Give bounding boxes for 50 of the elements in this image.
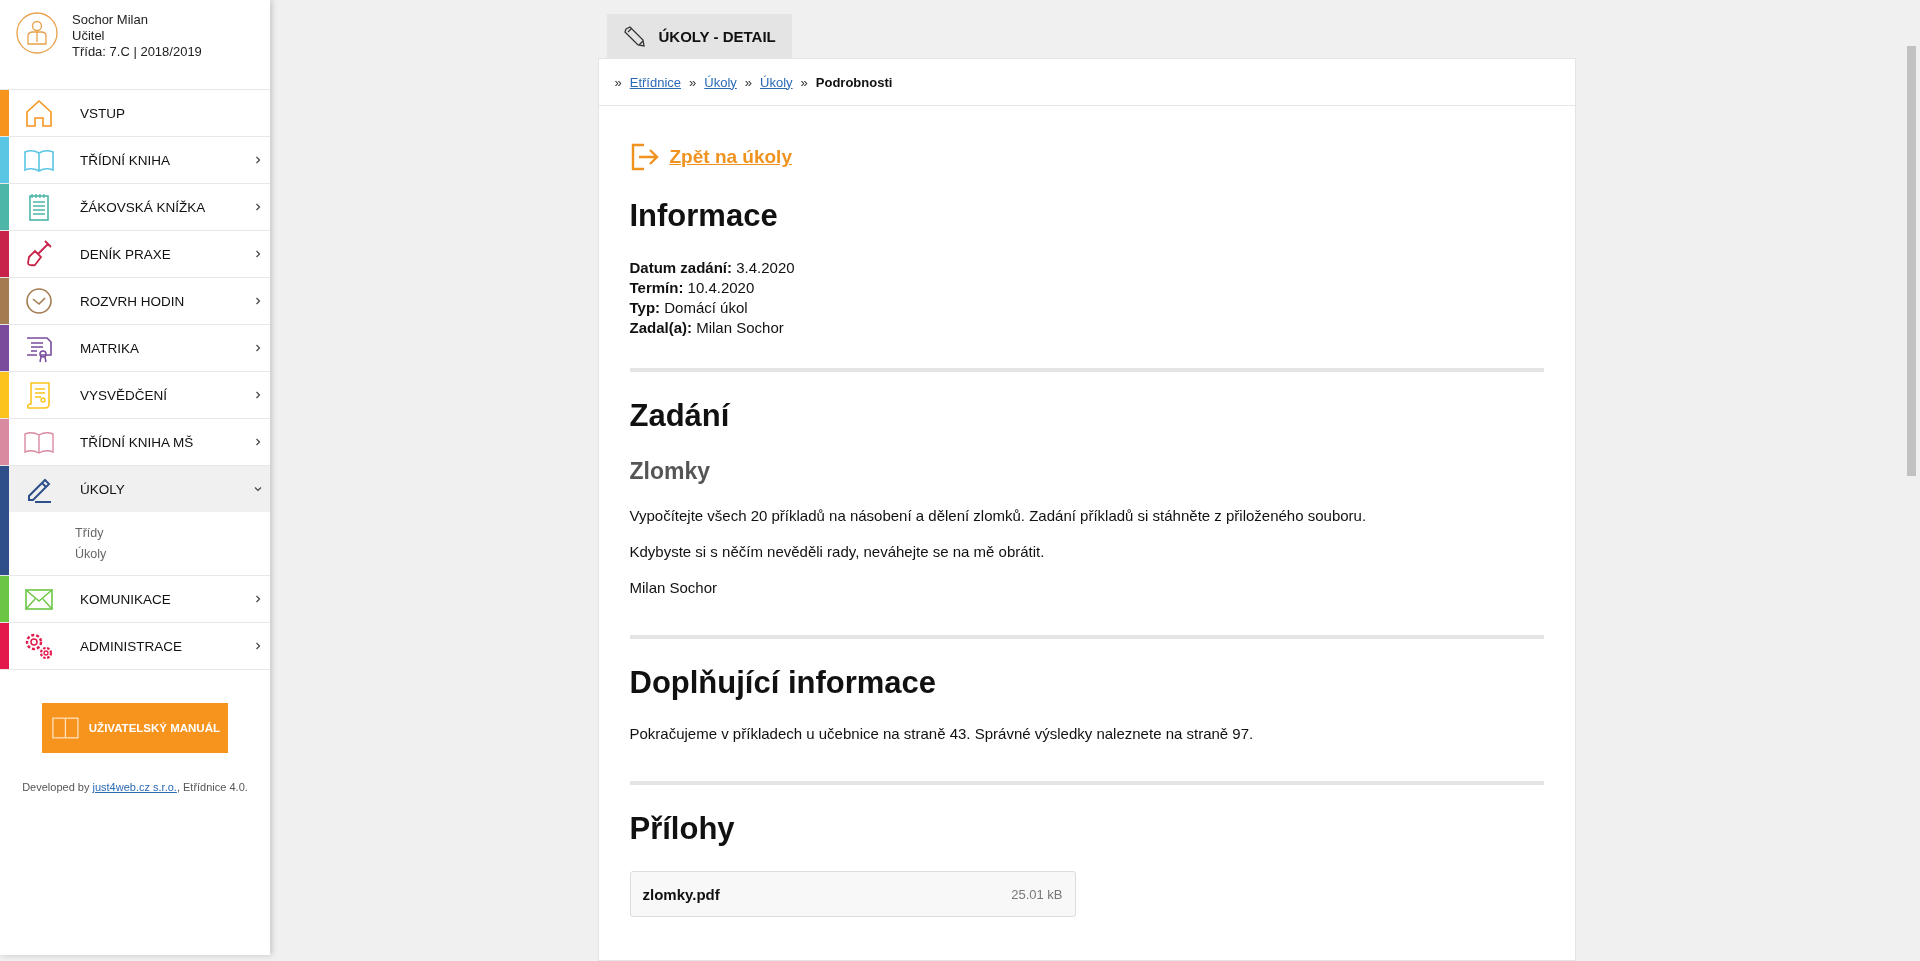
submenu-item[interactable]: Úkoly: [75, 547, 270, 561]
section-heading: Přílohy: [629, 811, 736, 847]
menu-item[interactable]: TŘÍDNÍ KNIHA: [9, 137, 270, 183]
pencil-icon: [622, 25, 645, 47]
user-role: Učitel: [72, 28, 106, 44]
section-heading: Doplňující informace: [629, 665, 938, 701]
class-info: Třída: 7.C | 2018/2019: [72, 44, 202, 60]
breadcrumb-current: Podrobnosti: [815, 74, 893, 90]
footer-text: Developed by just4web.cz s.r.o., Etřídnice 4.0.: [21, 781, 249, 793]
clock-icon: [23, 286, 55, 316]
exit-arrow-icon: [629, 142, 660, 172]
menu-item[interactable]: VYSVĚDČENÍ: [9, 372, 270, 418]
file-name: zlomky.pdf: [642, 885, 720, 903]
breadcrumb-separator: »: [689, 74, 697, 90]
breadcrumb-link[interactable]: Úkoly: [704, 74, 737, 90]
info-line: Datum zadání: 3.4.2020: [629, 258, 796, 278]
attachment-card[interactable]: zlomky.pdf 25.01 kB: [629, 871, 1076, 917]
breadcrumb-separator: »: [800, 74, 808, 90]
menu-item[interactable]: DENÍK PRAXE: [9, 231, 270, 277]
menu-item[interactable]: TŘÍDNÍ KNIHA MŠ: [9, 419, 270, 465]
info-line: Typ: Domácí úkol: [629, 298, 749, 318]
paragraph: Pokračujeme v příkladech u učebnice na straně 43. Správné výsledky naleznete na straně 97.: [629, 725, 1255, 742]
book-icon: [52, 716, 79, 740]
menu-item[interactable]: KOMUNIKACE: [9, 576, 270, 622]
user-name: Sochor Milan: [72, 12, 149, 28]
submenu-item[interactable]: Třídy: [75, 526, 270, 540]
info-line: Termín: 10.4.2020: [629, 278, 756, 298]
breadcrumb-link[interactable]: Úkoly: [760, 74, 793, 90]
file-size: 25.01 kB: [1011, 886, 1063, 902]
section-heading: Informace: [629, 198, 779, 234]
menu-item[interactable]: MATRIKA: [9, 325, 270, 371]
gears-icon: [23, 631, 55, 661]
breadcrumb-link[interactable]: Etřídnice: [629, 74, 682, 90]
breadcrumb-separator: »: [614, 74, 622, 90]
paragraph: Kdybyste si s něčím nevěděli rady, neváhejte se na mě obrátit.: [629, 543, 1046, 560]
scrollbar-thumb[interactable]: [1907, 46, 1916, 476]
section-heading: Zadání: [629, 398, 731, 434]
breadcrumb-separator: »: [744, 74, 753, 90]
menu-item[interactable]: ÚKOLY: [9, 466, 270, 512]
menu-item[interactable]: VSTUP: [9, 90, 270, 136]
menu-item[interactable]: ROZVRH HODIN: [9, 278, 270, 324]
menu-item[interactable]: ŽÁKOVSKÁ KNÍŽKA: [9, 184, 270, 230]
info-line: Zadal(a): Milan Sochor: [629, 318, 785, 338]
menu-item[interactable]: ADMINISTRACE: [9, 623, 270, 669]
paragraph: Milan Sochor: [629, 579, 719, 596]
subheading: Zlomky: [629, 458, 712, 485]
paragraph: Vypočítejte všech 20 příkladů na násobení a dělení zlomků. Zadání příkladů si stáhněte z přiloženého souboru.: [629, 507, 1368, 524]
avatar-icon: [16, 12, 58, 54]
developer-link[interactable]: just4web.cz s.r.o.: [92, 781, 177, 793]
home-icon: [23, 98, 55, 128]
